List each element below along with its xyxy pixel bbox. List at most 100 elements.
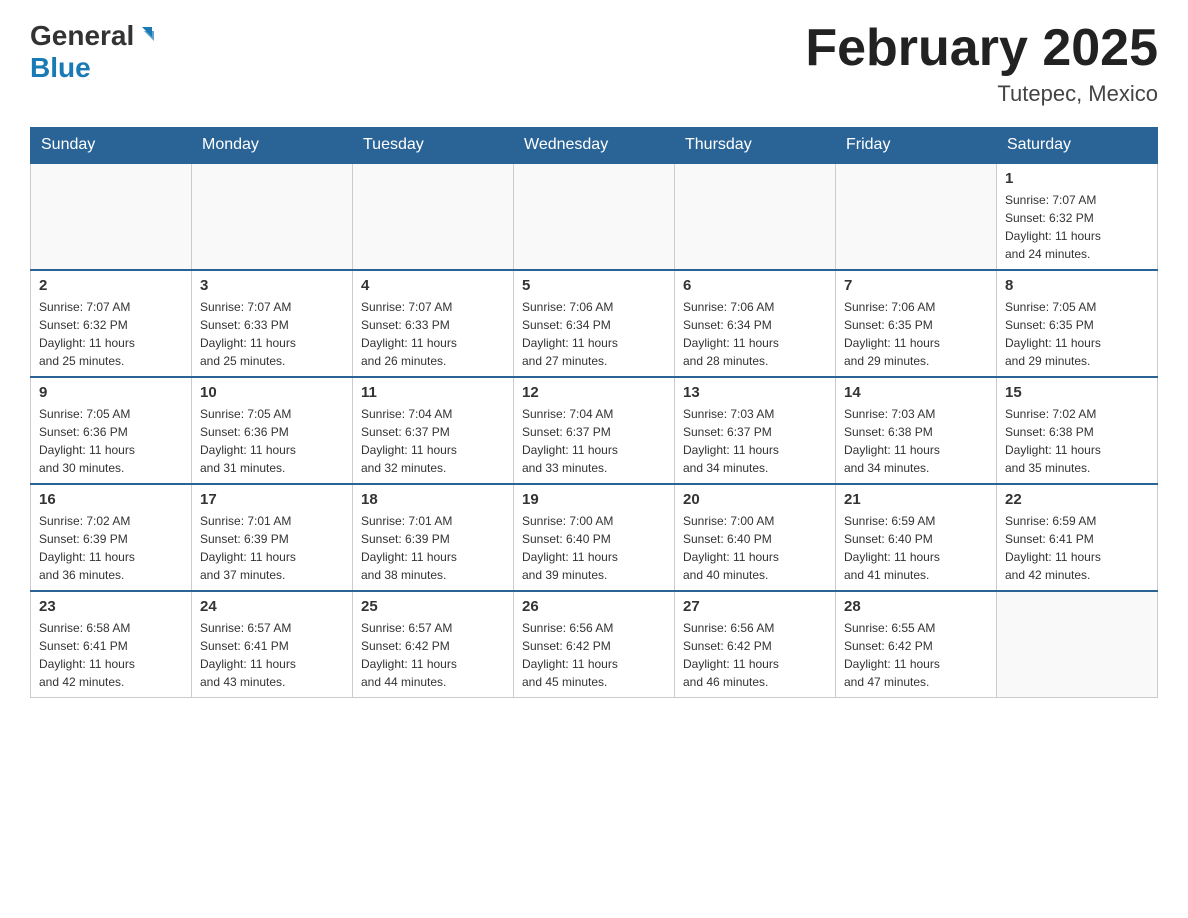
day-of-week-header: Wednesday: [514, 128, 675, 164]
calendar-cell: 12 Sunrise: 7:04 AMSunset: 6:37 PMDayligh…: [514, 377, 675, 484]
day-info: Sunrise: 7:00 AMSunset: 6:40 PMDaylight:…: [683, 512, 827, 584]
day-info: Sunrise: 7:07 AMSunset: 6:32 PMDaylight:…: [39, 298, 183, 370]
day-info: Sunrise: 7:02 AMSunset: 6:39 PMDaylight:…: [39, 512, 183, 584]
day-number: 17: [200, 491, 344, 508]
day-info: Sunrise: 7:07 AMSunset: 6:33 PMDaylight:…: [200, 298, 344, 370]
calendar-cell: 10 Sunrise: 7:05 AMSunset: 6:36 PMDayligh…: [192, 377, 353, 484]
day-of-week-header: Sunday: [31, 128, 192, 164]
day-number: 13: [683, 384, 827, 401]
week-row: 9Sunrise: 7:05 AMSunset: 6:36 PMDaylight…: [31, 377, 1158, 484]
calendar-cell: 24Sunrise: 6:57 AMSunset: 6:41 PMDayligh…: [192, 591, 353, 698]
day-number: 6: [683, 277, 827, 294]
day-of-week-header: Monday: [192, 128, 353, 164]
calendar-cell: [997, 591, 1158, 698]
day-info: Sunrise: 6:58 AMSunset: 6:41 PMDaylight:…: [39, 619, 183, 691]
day-number: 7: [844, 277, 988, 294]
calendar-cell: 6 Sunrise: 7:06 AMSunset: 6:34 PMDaylight…: [675, 270, 836, 377]
day-number: 28: [844, 598, 988, 615]
calendar-cell: 5 Sunrise: 7:06 AMSunset: 6:34 PMDaylight…: [514, 270, 675, 377]
day-info: Sunrise: 7:03 AMSunset: 6:37 PMDaylight:…: [683, 405, 827, 477]
calendar-cell: 14 Sunrise: 7:03 AMSunset: 6:38 PMDayligh…: [836, 377, 997, 484]
day-of-week-header: Friday: [836, 128, 997, 164]
month-title: February 2025: [805, 20, 1158, 77]
day-info: Sunrise: 7:07 AMSunset: 6:33 PMDaylight:…: [361, 298, 505, 370]
day-number: 25: [361, 598, 505, 615]
day-number: 12: [522, 384, 666, 401]
day-number: 20: [683, 491, 827, 508]
calendar-cell: [353, 163, 514, 270]
day-number: 21: [844, 491, 988, 508]
logo: General Blue: [30, 20, 158, 84]
day-info: Sunrise: 7:05 AMSunset: 6:36 PMDaylight:…: [200, 405, 344, 477]
page-header: General Blue February 2025 Tutepec, Mexi…: [30, 20, 1158, 107]
calendar-cell: 7 Sunrise: 7:06 AMSunset: 6:35 PMDaylight…: [836, 270, 997, 377]
logo-blue-text: Blue: [30, 52, 91, 84]
day-info: Sunrise: 7:00 AMSunset: 6:40 PMDaylight:…: [522, 512, 666, 584]
calendar-cell: [675, 163, 836, 270]
calendar-cell: 4 Sunrise: 7:07 AMSunset: 6:33 PMDaylight…: [353, 270, 514, 377]
day-number: 24: [200, 598, 344, 615]
day-info: Sunrise: 7:01 AMSunset: 6:39 PMDaylight:…: [361, 512, 505, 584]
day-info: Sunrise: 7:06 AMSunset: 6:34 PMDaylight:…: [522, 298, 666, 370]
calendar-cell: 23 Sunrise: 6:58 AMSunset: 6:41 PMDayligh…: [31, 591, 192, 698]
week-row: 23 Sunrise: 6:58 AMSunset: 6:41 PMDayligh…: [31, 591, 1158, 698]
day-of-week-header: Thursday: [675, 128, 836, 164]
day-info: Sunrise: 7:04 AMSunset: 6:37 PMDaylight:…: [522, 405, 666, 477]
calendar-cell: 16 Sunrise: 7:02 AMSunset: 6:39 PMDayligh…: [31, 484, 192, 591]
day-info: Sunrise: 7:07 AMSunset: 6:32 PMDaylight:…: [1005, 191, 1149, 263]
day-info: Sunrise: 7:06 AMSunset: 6:34 PMDaylight:…: [683, 298, 827, 370]
day-of-week-header: Saturday: [997, 128, 1158, 164]
day-number: 1: [1005, 170, 1149, 187]
calendar-cell: 26 Sunrise: 6:56 AMSunset: 6:42 PMDayligh…: [514, 591, 675, 698]
day-info: Sunrise: 7:05 AMSunset: 6:35 PMDaylight:…: [1005, 298, 1149, 370]
calendar-cell: 25 Sunrise: 6:57 AMSunset: 6:42 PMDayligh…: [353, 591, 514, 698]
day-number: 27: [683, 598, 827, 615]
day-info: Sunrise: 7:04 AMSunset: 6:37 PMDaylight:…: [361, 405, 505, 477]
day-of-week-header: Tuesday: [353, 128, 514, 164]
logo-general-text: General: [30, 20, 134, 52]
day-info: Sunrise: 7:06 AMSunset: 6:35 PMDaylight:…: [844, 298, 988, 370]
day-info: Sunrise: 6:56 AMSunset: 6:42 PMDaylight:…: [683, 619, 827, 691]
day-number: 4: [361, 277, 505, 294]
day-info: Sunrise: 6:57 AMSunset: 6:42 PMDaylight:…: [361, 619, 505, 691]
day-info: Sunrise: 7:01 AMSunset: 6:39 PMDaylight:…: [200, 512, 344, 584]
calendar-cell: 27 Sunrise: 6:56 AMSunset: 6:42 PMDayligh…: [675, 591, 836, 698]
calendar-cell: 3 Sunrise: 7:07 AMSunset: 6:33 PMDaylight…: [192, 270, 353, 377]
calendar-cell: 11 Sunrise: 7:04 AMSunset: 6:37 PMDayligh…: [353, 377, 514, 484]
calendar-cell: 22 Sunrise: 6:59 AMSunset: 6:41 PMDayligh…: [997, 484, 1158, 591]
day-number: 15: [1005, 384, 1149, 401]
day-number: 3: [200, 277, 344, 294]
calendar-cell: 20 Sunrise: 7:00 AMSunset: 6:40 PMDayligh…: [675, 484, 836, 591]
day-number: 10: [200, 384, 344, 401]
calendar-cell: 18 Sunrise: 7:01 AMSunset: 6:39 PMDayligh…: [353, 484, 514, 591]
day-number: 16: [39, 491, 183, 508]
day-number: 23: [39, 598, 183, 615]
day-number: 11: [361, 384, 505, 401]
logo-arrow-icon: [136, 23, 158, 45]
day-number: 18: [361, 491, 505, 508]
calendar-cell: 28Sunrise: 6:55 AMSunset: 6:42 PMDayligh…: [836, 591, 997, 698]
day-info: Sunrise: 6:56 AMSunset: 6:42 PMDaylight:…: [522, 619, 666, 691]
day-info: Sunrise: 6:59 AMSunset: 6:41 PMDaylight:…: [1005, 512, 1149, 584]
title-block: February 2025 Tutepec, Mexico: [805, 20, 1158, 107]
calendar-cell: 15Sunrise: 7:02 AMSunset: 6:38 PMDayligh…: [997, 377, 1158, 484]
day-number: 2: [39, 277, 183, 294]
calendar-cell: 9Sunrise: 7:05 AMSunset: 6:36 PMDaylight…: [31, 377, 192, 484]
week-row: 1 Sunrise: 7:07 AMSunset: 6:32 PMDaylight…: [31, 163, 1158, 270]
day-number: 22: [1005, 491, 1149, 508]
calendar-cell: 17 Sunrise: 7:01 AMSunset: 6:39 PMDayligh…: [192, 484, 353, 591]
day-info: Sunrise: 7:03 AMSunset: 6:38 PMDaylight:…: [844, 405, 988, 477]
day-number: 14: [844, 384, 988, 401]
calendar-cell: 19 Sunrise: 7:00 AMSunset: 6:40 PMDayligh…: [514, 484, 675, 591]
week-row: 16 Sunrise: 7:02 AMSunset: 6:39 PMDayligh…: [31, 484, 1158, 591]
location-title: Tutepec, Mexico: [805, 81, 1158, 107]
calendar-cell: [192, 163, 353, 270]
calendar-cell: [514, 163, 675, 270]
day-number: 26: [522, 598, 666, 615]
calendar-cell: 1 Sunrise: 7:07 AMSunset: 6:32 PMDaylight…: [997, 163, 1158, 270]
day-number: 8: [1005, 277, 1149, 294]
day-number: 5: [522, 277, 666, 294]
calendar-cell: 8 Sunrise: 7:05 AMSunset: 6:35 PMDaylight…: [997, 270, 1158, 377]
calendar-cell: 21Sunrise: 6:59 AMSunset: 6:40 PMDayligh…: [836, 484, 997, 591]
day-number: 19: [522, 491, 666, 508]
